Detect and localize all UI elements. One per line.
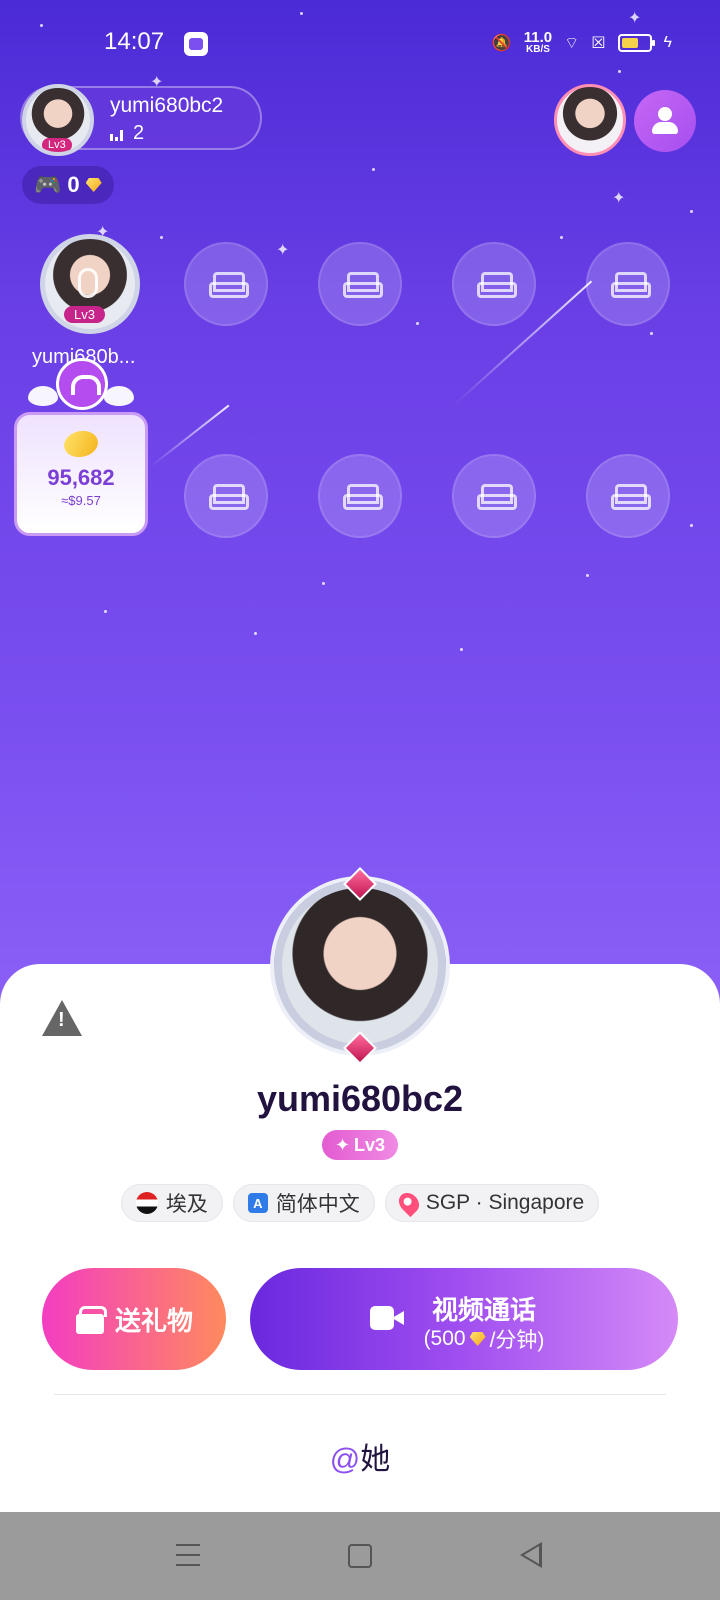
language-tag: A 简体中文 [232, 1184, 375, 1222]
empty-seat[interactable] [318, 454, 402, 538]
gem-icon [469, 1332, 486, 1346]
sim-icon: ☒ [591, 34, 606, 52]
empty-seat[interactable] [318, 242, 402, 326]
top-user-avatar[interactable] [554, 84, 626, 156]
video-call-price: (500 /分钟) [423, 1327, 545, 1352]
wifi-icon: ⌔ [564, 34, 580, 52]
empty-seat[interactable] [586, 454, 670, 538]
gift-usd-value: ≈$9.57 [61, 493, 101, 508]
mute-icon: 🔕 [491, 34, 512, 52]
gamepad-icon: 🎮 [34, 172, 62, 197]
divider [54, 1394, 666, 1395]
bean-icon [60, 425, 102, 463]
mention-button[interactable]: @她 [0, 1434, 720, 1478]
empty-seat[interactable] [586, 242, 670, 326]
host-avatar[interactable]: Lv3 [22, 84, 94, 156]
home-button[interactable] [348, 1544, 372, 1568]
host-info-pill[interactable]: Lv3 yumi680bc2 2 [20, 84, 262, 156]
send-gift-button[interactable]: 送礼物 [42, 1268, 226, 1370]
game-coin-pill[interactable]: 🎮 0 [22, 166, 114, 204]
people-icon [649, 107, 681, 135]
viewer-count: 2 [110, 122, 144, 145]
system-nav-bar [0, 1512, 720, 1600]
profile-level-badge: ✦ Lv3 [322, 1130, 398, 1160]
gift-value: 95,682 [47, 465, 115, 490]
seat-level-badge: Lv3 [64, 306, 105, 323]
charging-icon: ϟ [663, 33, 672, 51]
location-tag: SGP · Singapore [384, 1184, 600, 1222]
profile-avatar[interactable] [274, 880, 446, 1052]
microphone-icon [78, 268, 98, 298]
language-icon: A [247, 1193, 268, 1213]
gift-icon [75, 1304, 107, 1334]
status-icons: 🔕 11.0 KB/S ⌔ ☒ ϟ [492, 30, 672, 55]
sofa-icon [611, 272, 651, 298]
country-tag: 埃及 [120, 1184, 223, 1222]
wing-icon [28, 386, 58, 406]
empty-seat[interactable] [452, 454, 536, 538]
profile-name: yumi680bc2 [256, 1078, 464, 1119]
sofa-icon [209, 484, 249, 510]
sofa-icon [611, 484, 651, 510]
room-members-button[interactable] [634, 90, 696, 152]
host-name: yumi680bc2 [110, 94, 224, 117]
empty-seat[interactable] [184, 242, 268, 326]
host-level-badge: Lv3 [42, 138, 72, 152]
gift-earnings-card[interactable]: 95,682 ≈$9.57 [14, 412, 148, 536]
gem-icon [85, 178, 102, 192]
wing-icon [104, 386, 134, 406]
coin-count: 0 [67, 172, 80, 197]
back-button[interactable] [520, 1542, 542, 1568]
battery-icon [617, 33, 655, 52]
sofa-icon [477, 484, 517, 510]
report-warning-icon[interactable] [42, 1000, 82, 1036]
sofa-icon [343, 484, 383, 510]
signal-bars-icon [110, 127, 123, 141]
empty-seat[interactable] [184, 454, 268, 538]
gift-badge-icon [56, 358, 108, 410]
empty-seat[interactable] [452, 242, 536, 326]
sofa-icon [343, 272, 383, 298]
recent-apps-button[interactable] [176, 1544, 200, 1566]
sofa-icon [477, 272, 517, 298]
video-call-button[interactable]: 视频通话 (500 /分钟) [250, 1268, 678, 1370]
sofa-icon [209, 272, 249, 298]
profile-tags: 埃及 A 简体中文 SGP · Singapore [0, 1184, 720, 1222]
location-pin-icon [394, 1188, 423, 1218]
app-notification-icon [184, 32, 208, 56]
egypt-flag-icon [135, 1192, 158, 1214]
network-speed: 11.0 KB/S [523, 29, 553, 55]
status-time: 14:07 [104, 28, 165, 55]
status-bar: 14:07 🔕 11.0 KB/S ⌔ ☒ ϟ [0, 0, 720, 88]
sparkle-icon: ✦ [334, 1134, 351, 1155]
video-call-label: 视频通话 [431, 1295, 536, 1325]
